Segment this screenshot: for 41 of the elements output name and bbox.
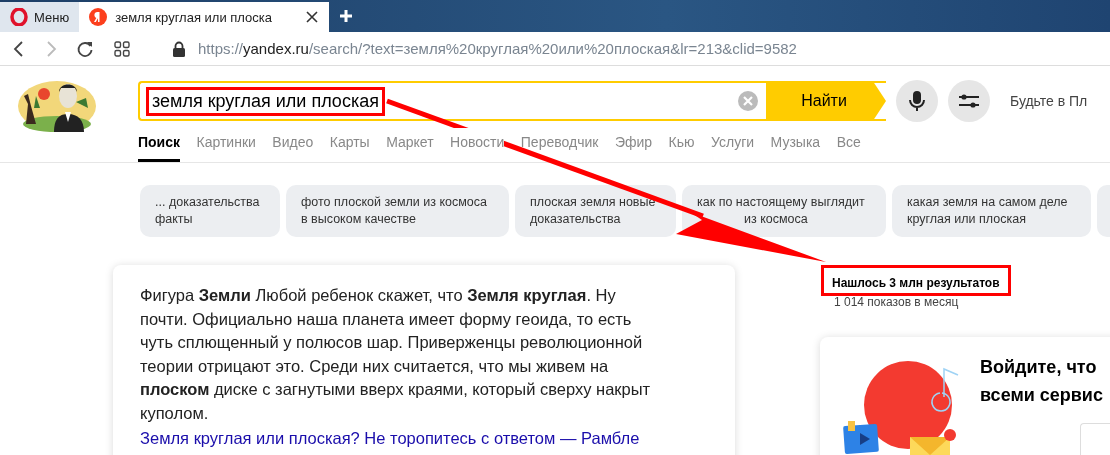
suggestion-chip[interactable]: плоская земля новые доказательства [515,185,676,237]
new-tab-plus-icon[interactable] [339,9,354,23]
results-count: Нашлось 3 млн результатов [821,265,1011,296]
close-icon[interactable] [305,10,320,24]
nav-tab[interactable]: Эфир [614,128,653,162]
search-query: земля круглая или плоская [146,86,385,116]
site-logo-icon [89,8,108,26]
snippet-text: Фигура Земли Любой ребенок скажет, что Земля круглая. Ну почти. Официально наша планета имеет форму геоида, то есть чуть сплющенный у полюсов шар. Приверженцы революционной теории отрицают это. Среди них считается, что мы живем на плоском диске с загнутыми вверх краями, который сверху накрыт куполом. [140,285,652,424]
lock-icon [172,40,186,57]
nav-tab[interactable]: Видео [272,128,314,162]
ring-logo-icon [10,8,28,26]
voice-search-button[interactable] [896,80,938,122]
impressions-text: 1 014 показов в месяц [834,295,960,309]
sliders-icon [958,93,980,109]
address-field[interactable]: https://yandex.ru/search/?text=земля%20круглая%20или%20плоская&lr=213&clid=9582 [198,40,797,57]
nav-tab[interactable]: Все [836,128,861,162]
nav-tab[interactable]: Переводчик [520,128,599,162]
nav-tab[interactable]: Маркет [386,128,434,162]
settings-button[interactable] [948,80,990,122]
login-title: всеми сервис [980,384,1103,407]
nav-tab[interactable]: Услуги [711,128,755,162]
suggestion-chip[interactable]: как по настоящему выглядит из космоса [682,185,886,237]
suggestion-chip[interactable]: ... доказательства факты [140,185,280,237]
promo-link[interactable]: Будьте в Пл [1010,93,1088,109]
search-button[interactable]: Найти [766,81,886,121]
nav-tab[interactable]: Кью [668,128,695,162]
browser-tab[interactable]: Меню [0,2,80,32]
login-title: Войдите, что [980,356,1098,379]
browser-tab[interactable]: земля круглая или плоска [79,2,330,32]
nav-tab[interactable]: Карты [329,128,370,162]
nav-tab[interactable]: Музыка [770,128,821,162]
nav-tab[interactable]: Картинки [196,128,256,162]
reload-icon[interactable] [76,39,94,58]
nav-tab[interactable]: Поиск [138,128,180,162]
search-field[interactable]: земля круглая или плоская Найти [138,81,886,121]
back-icon[interactable] [12,39,26,58]
grid-icon[interactable] [114,40,130,57]
suggestion-chip[interactable]: фото плоской земли из космоса в высоком качестве [286,185,509,237]
result-link[interactable]: Земля круглая или плоская? Не торопитесь с ответом — Рамбле [140,429,735,448]
microphone-icon [908,90,926,112]
suggestion-chip[interactable]: какая земля на самом деле круглая или плоская [892,185,1091,237]
